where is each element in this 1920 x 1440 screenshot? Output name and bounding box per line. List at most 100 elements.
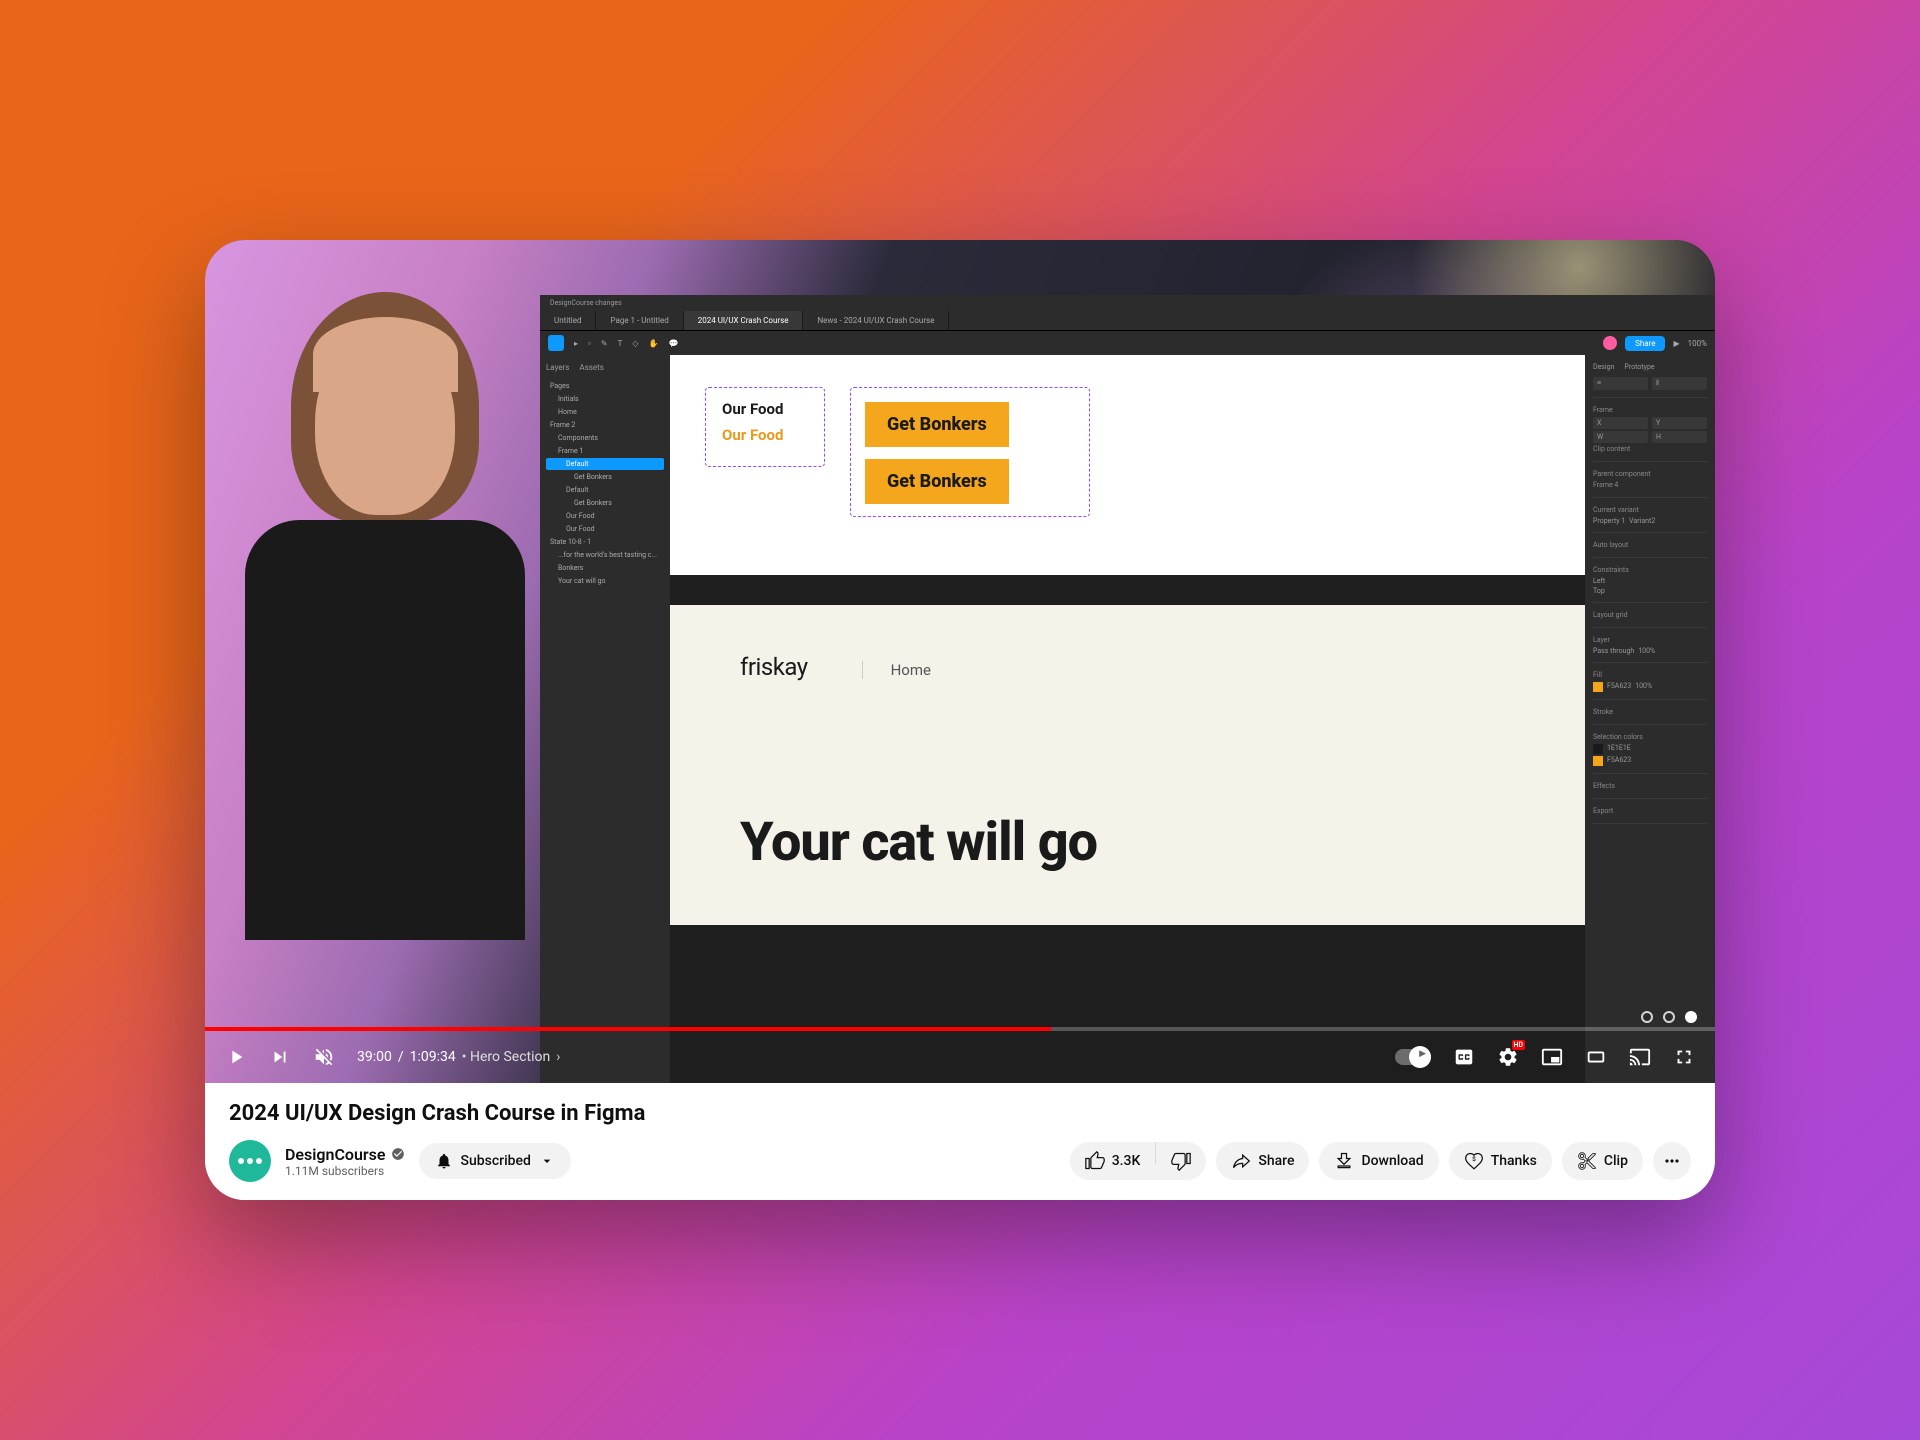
more-icon (1662, 1151, 1682, 1171)
panel-label: Layout grid (1593, 611, 1707, 619)
progress-fill (205, 1027, 1051, 1031)
svg-text:$: $ (1472, 1155, 1476, 1163)
next-icon[interactable] (269, 1046, 291, 1068)
figma-toolbar: ▸▫✎T◇✋💬 Share ▶100% (540, 331, 1715, 355)
component-text-group: Our Food Our Food (705, 387, 825, 467)
video-area: DesignCourse changes Untitled Page 1 - U… (205, 240, 1715, 1083)
brand-logo-text: friskay (740, 653, 808, 681)
layer-item-selected: Default (546, 458, 664, 470)
panel-label: Parent component (1593, 470, 1707, 478)
layer-item: Our Food (546, 510, 664, 522)
figma-canvas: Our Food Our Food Get Bonkers Get Bonker… (670, 355, 1585, 1083)
panel-label: Clip content (1593, 445, 1707, 453)
panel-label: Export (1593, 807, 1707, 815)
like-button[interactable]: 3.3K (1070, 1142, 1156, 1180)
thanks-icon: $ (1464, 1151, 1484, 1171)
dislike-button[interactable] (1156, 1142, 1206, 1180)
layer-item: Frame 1 (546, 445, 664, 457)
layer-item: ...for the world's best tasting c... (546, 549, 664, 561)
panel-value: Variant2 (1629, 517, 1655, 525)
assets-tab: Assets (579, 363, 603, 372)
layer-item: Initials (546, 393, 664, 405)
more-button[interactable] (1653, 1142, 1691, 1180)
share-button[interactable]: Share (1216, 1142, 1309, 1180)
player-controls: 39:00 / 1:09:34 • Hero Section › HD (205, 1027, 1715, 1083)
figma-artboard-components: Our Food Our Food Get Bonkers Get Bonker… (670, 355, 1585, 575)
layers-tab: Layers (546, 363, 569, 372)
channel-avatar[interactable] (229, 1140, 271, 1182)
text-variant-default: Our Food (722, 400, 808, 418)
fullscreen-icon[interactable] (1673, 1046, 1695, 1068)
panel-label: Selection colors (1593, 733, 1707, 741)
layer-item: Default (546, 484, 664, 496)
component-button-group: Get Bonkers Get Bonkers (850, 387, 1090, 517)
carousel-dots (1641, 1011, 1697, 1023)
prototype-tab: Prototype (1624, 363, 1654, 371)
button-variant: Get Bonkers (865, 402, 1009, 447)
panel-label: Frame (1593, 406, 1707, 414)
verified-icon (391, 1147, 405, 1161)
panel-label: Fill (1593, 671, 1707, 679)
layer-item: State 10-8 - 1 (546, 536, 664, 548)
mute-icon[interactable] (313, 1046, 335, 1068)
subscribed-button[interactable]: Subscribed (419, 1143, 571, 1179)
download-button[interactable]: Download (1319, 1142, 1438, 1180)
hd-badge: HD (1512, 1040, 1526, 1050)
layer-item: Frame 2 (546, 419, 664, 431)
figma-titlebar: DesignCourse changes (540, 295, 1715, 311)
play-icon[interactable] (225, 1046, 247, 1068)
download-icon (1334, 1151, 1354, 1171)
layer-item: Home (546, 406, 664, 418)
channel-block: DesignCourse 1.11M subscribers Subscribe… (229, 1140, 571, 1182)
panel-value: Left (1593, 577, 1605, 585)
dot-icon (1641, 1011, 1653, 1023)
presenter-figure (240, 280, 530, 930)
settings-icon[interactable]: HD (1497, 1046, 1519, 1068)
captions-icon[interactable] (1453, 1046, 1475, 1068)
time-display: 39:00 / 1:09:34 • Hero Section › (357, 1049, 560, 1065)
thanks-button[interactable]: $ Thanks (1449, 1142, 1552, 1180)
hero-heading: Your cat will go (740, 811, 1515, 874)
panel-label: Constraints (1593, 566, 1707, 574)
channel-name[interactable]: DesignCourse (285, 1145, 405, 1164)
figma-tab: Page 1 - Untitled (596, 311, 683, 330)
current-time: 39:00 (357, 1049, 392, 1065)
design-tab: Design (1593, 363, 1614, 371)
layer-item: Pages (546, 380, 664, 392)
autoplay-toggle[interactable] (1395, 1049, 1431, 1065)
thumbs-up-icon (1085, 1151, 1105, 1171)
figma-artboard-hero: friskay Home Your cat will go (670, 605, 1585, 925)
figma-window: DesignCourse changes Untitled Page 1 - U… (540, 295, 1715, 1083)
chapter-name[interactable]: Hero Section (470, 1049, 550, 1065)
panel-label: Effects (1593, 782, 1707, 790)
panel-label: Current variant (1593, 506, 1707, 514)
video-player-card: DesignCourse changes Untitled Page 1 - U… (205, 240, 1715, 1200)
progress-bar[interactable] (205, 1027, 1715, 1031)
video-info-bar: 2024 UI/UX Design Crash Course in Figma … (205, 1083, 1715, 1200)
nav-link: Home (862, 661, 931, 679)
miniplayer-icon[interactable] (1541, 1046, 1563, 1068)
figma-layers-panel: Layers Assets Pages Initials Home Frame … (540, 355, 670, 1083)
clip-button[interactable]: Clip (1562, 1142, 1643, 1180)
subscriber-count: 1.11M subscribers (285, 1164, 405, 1178)
share-icon (1231, 1151, 1251, 1171)
cast-icon[interactable] (1629, 1046, 1651, 1068)
layer-item: Your cat will go (546, 575, 664, 587)
figma-logo-icon (548, 335, 564, 351)
panel-label: Auto layout (1593, 541, 1707, 549)
chevron-down-icon (539, 1153, 555, 1169)
layer-item: Get Bonkers (546, 471, 664, 483)
panel-label: Stroke (1593, 708, 1707, 716)
chevron-right-icon[interactable]: › (556, 1049, 560, 1065)
figma-tabs: Untitled Page 1 - Untitled 2024 UI/UX Cr… (540, 311, 1715, 331)
figma-share-button: Share (1625, 336, 1665, 351)
panel-value: Pass through (1593, 647, 1634, 655)
button-variant: Get Bonkers (865, 459, 1009, 504)
duration: 1:09:34 (410, 1049, 456, 1065)
dot-icon (1663, 1011, 1675, 1023)
clip-icon (1577, 1151, 1597, 1171)
layer-item: Get Bonkers (546, 497, 664, 509)
text-variant-hover: Our Food (722, 426, 808, 444)
theater-icon[interactable] (1585, 1046, 1607, 1068)
action-buttons: 3.3K Share Download $ Thank (1070, 1142, 1691, 1180)
